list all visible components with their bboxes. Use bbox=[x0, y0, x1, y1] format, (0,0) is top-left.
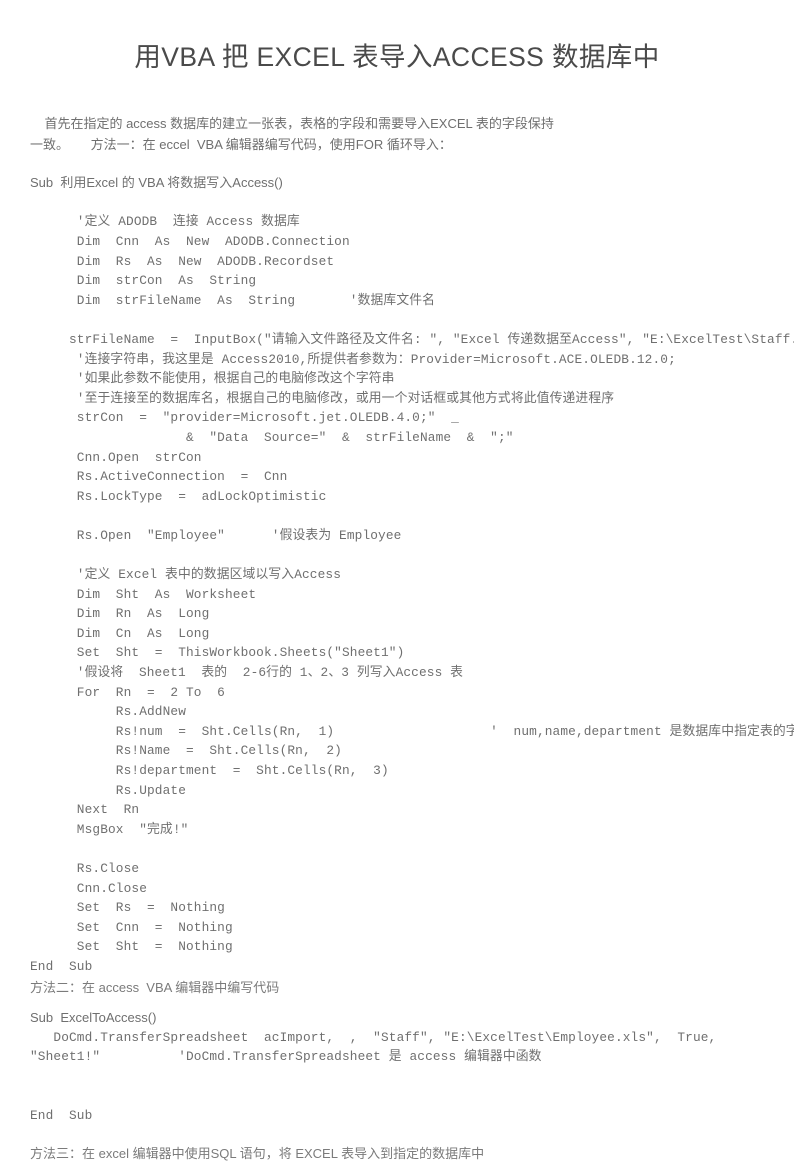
code-line: Rs.LockType = adLockOptimistic bbox=[30, 488, 327, 504]
code-line bbox=[30, 1067, 764, 1087]
code-line: Rs!department = Sht.Cells(Rn, 3) bbox=[30, 763, 389, 779]
code-line: Rs!Name = Sht.Cells(Rn, 2) bbox=[30, 743, 342, 759]
method-one-signature: Sub 利用Excel 的 VBA 将数据写入Access() bbox=[30, 174, 283, 190]
code-line: & "Data Source=" & strFileName & ";" bbox=[30, 429, 514, 445]
code-line bbox=[30, 193, 764, 213]
code-line: Set Sht = Nothing bbox=[30, 939, 233, 955]
code-line: Set Sht = ThisWorkbook.Sheets("Sheet1") bbox=[30, 645, 405, 661]
code-line bbox=[30, 310, 764, 330]
code-line bbox=[30, 1086, 764, 1106]
code-line: '连接字符串，我这里是 Access2010,所提供者参数为：Provider=… bbox=[30, 351, 676, 367]
method-two-code-block: DoCmd.TransferSpreadsheet acImport, , "S… bbox=[0, 1028, 794, 1126]
code-line: Rs.ActiveConnection = Cnn bbox=[30, 469, 288, 485]
document-content: 用VBA 把 EXCEL 表导入ACCESS 数据库中 首先在指定的 acces… bbox=[0, 0, 794, 1164]
code-line: '假设将 Sheet1 表的 2-6行的 1、2、3 列写入Access 表 bbox=[30, 665, 464, 681]
code-line: Dim strCon As String bbox=[30, 273, 257, 289]
code-line: Dim Cnn As New ADODB.Connection bbox=[30, 233, 350, 249]
method-two-heading: 方法二：在 access VBA 编辑器中编写代码 bbox=[30, 979, 280, 995]
code-line bbox=[30, 545, 764, 565]
code-line: MsgBox "完成!" bbox=[30, 821, 189, 837]
code-line: '如果此参数不能使用，根据自己的电脑修改这个字符串 bbox=[30, 371, 395, 387]
spacer-before-method-three bbox=[0, 1126, 794, 1143]
method-three-heading: 方法三：在 excel 编辑器中使用SQL 语句，将 EXCEL 表导入到指定的… bbox=[30, 1145, 485, 1161]
code-line: Rs.Open "Employee" '假设表为 Employee bbox=[30, 527, 402, 543]
code-line: "Sheet1!" 'DoCmd.TransferSpreadsheet 是 a… bbox=[30, 1049, 542, 1065]
code-line: Rs.Close bbox=[30, 860, 140, 876]
code-line: Dim Sht As Worksheet bbox=[30, 586, 257, 602]
code-line: Set Rs = Nothing bbox=[30, 900, 225, 916]
code-line: End Sub bbox=[30, 958, 93, 974]
code-line: strCon = "provider=Microsoft.jet.OLEDB.4… bbox=[30, 410, 459, 426]
code-line: Dim Rs As New ADODB.Recordset bbox=[30, 253, 335, 269]
code-line: Dim Cn As Long bbox=[30, 625, 210, 641]
code-line: For Rn = 2 To 6 bbox=[30, 684, 225, 700]
spacer-before-method-one bbox=[0, 155, 794, 172]
code-line: '定义 ADODB 连接 Access 数据库 bbox=[30, 214, 300, 230]
code-line: Rs.AddNew bbox=[30, 704, 186, 720]
code-line: '定义 Excel 表中的数据区域以写入Access bbox=[30, 567, 341, 583]
code-line: Rs!num = Sht.Cells(Rn, 1) ' num,name,dep… bbox=[30, 723, 794, 739]
code-line: Next Rn bbox=[30, 802, 140, 818]
code-line bbox=[30, 506, 764, 526]
intro-paragraph-2: 一致。 方法一：在 eccel VBA 编辑器编写代码，使用FOR 循环导入： bbox=[30, 136, 452, 152]
code-line: strFileName = InputBox("请输入文件路径及文件名: ", … bbox=[30, 331, 794, 347]
document-page: 用VBA 把 EXCEL 表导入ACCESS 数据库中 首先在指定的 acces… bbox=[0, 0, 794, 1161]
spacer-before-method-two bbox=[0, 998, 794, 1007]
code-line bbox=[30, 839, 764, 859]
intro-paragraph-1: 首先在指定的 access 数据库的建立一张表，表格的字段和需要导入EXCEL … bbox=[30, 115, 554, 131]
code-line: Rs.Update bbox=[30, 782, 186, 798]
spacer-after-title bbox=[0, 74, 794, 91]
code-line: Set Cnn = Nothing bbox=[30, 919, 233, 935]
code-line: '至于连接至的数据库名，根据自己的电脑修改，或用一个对话框或其他方式将此值传递进… bbox=[30, 390, 615, 406]
code-line: Dim Rn As Long bbox=[30, 606, 210, 622]
page-title: 用VBA 把 EXCEL 表导入ACCESS 数据库中 bbox=[134, 42, 660, 72]
code-line: Dim strFileName As String '数据库文件名 bbox=[30, 292, 436, 308]
code-line: Cnn.Open strCon bbox=[30, 449, 202, 465]
method-one-code-block: '定义 ADODB 连接 Access 数据库 Dim Cnn As New A… bbox=[0, 193, 794, 977]
code-line: Cnn.Close bbox=[30, 880, 147, 896]
method-two-signature: Sub ExcelToAccess() bbox=[30, 1009, 157, 1025]
code-line: DoCmd.TransferSpreadsheet acImport, , "S… bbox=[30, 1029, 717, 1045]
